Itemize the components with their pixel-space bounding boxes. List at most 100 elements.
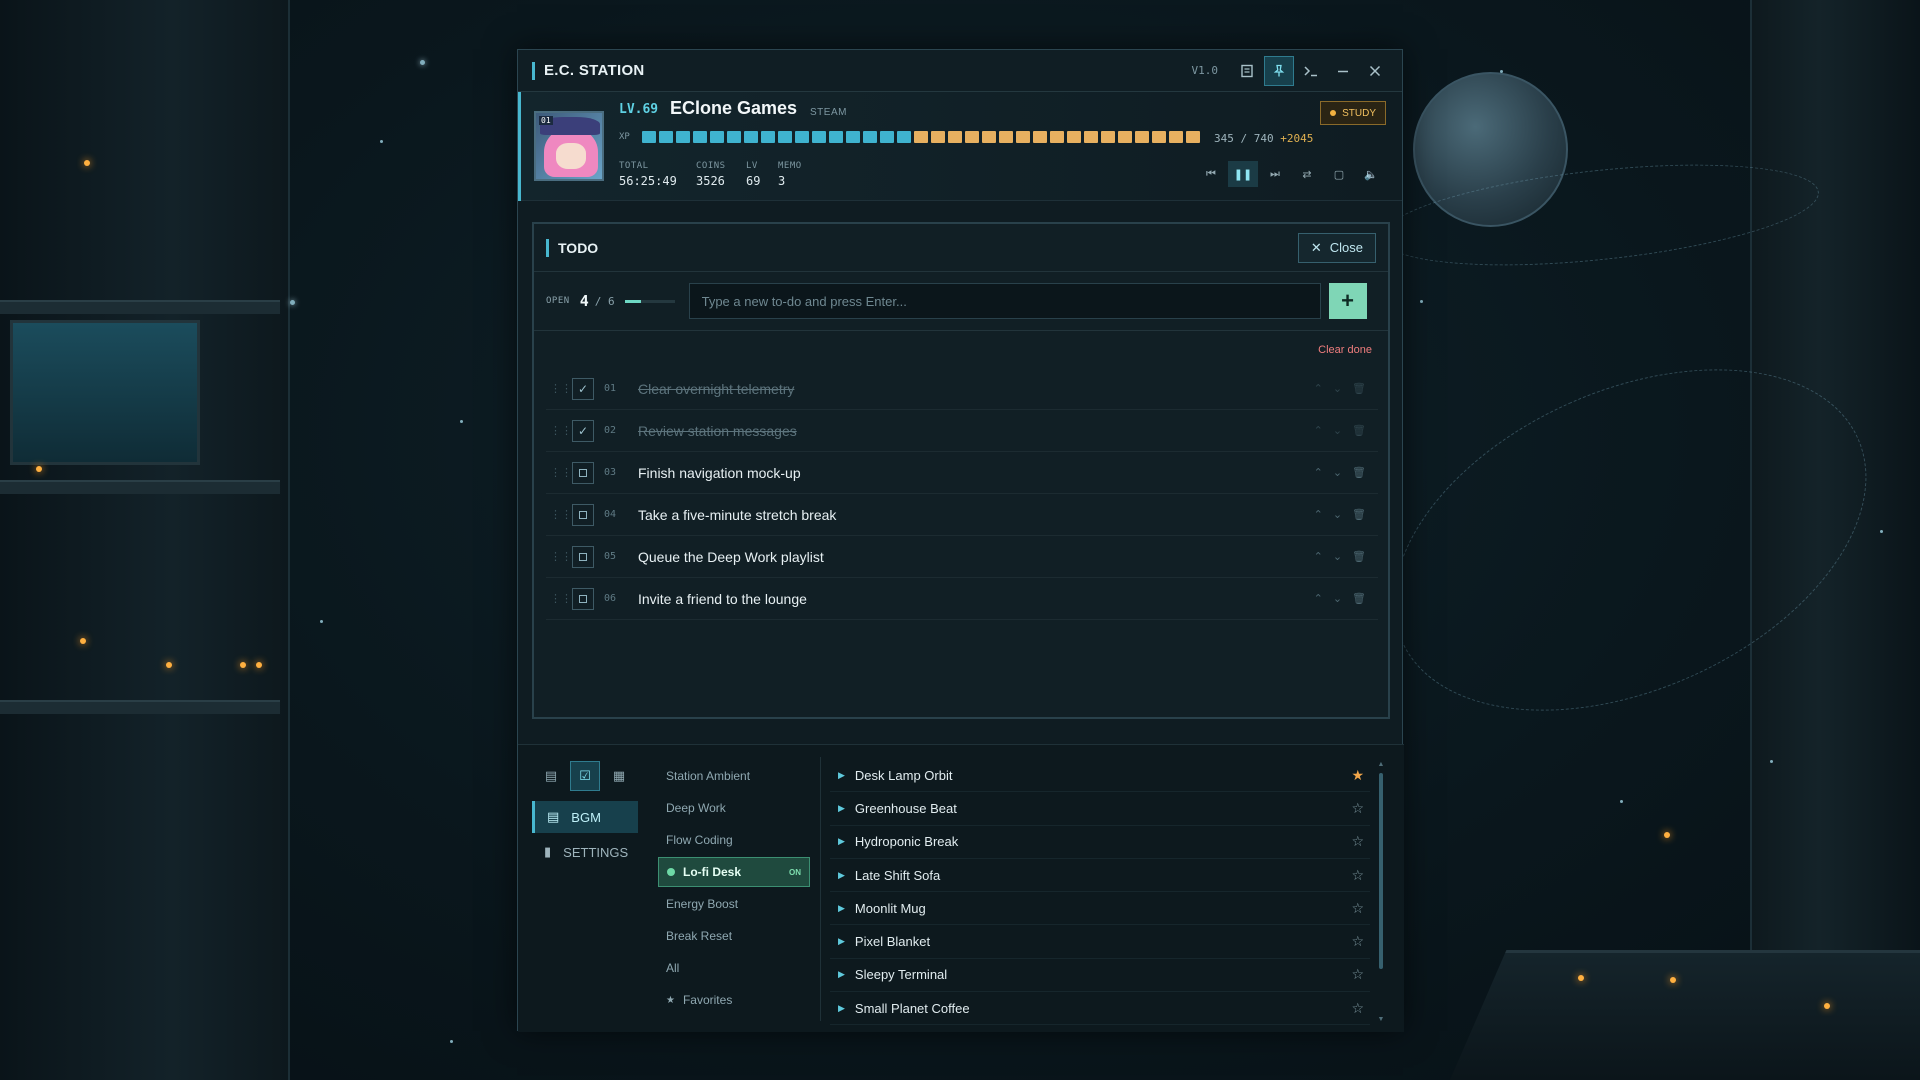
pin-icon[interactable]	[1264, 55, 1294, 86]
todo-item[interactable]: ⋮⋮ ✓ 01 Clear overnight telemetry ⌃ ⌄ 🗑	[546, 368, 1378, 410]
favorite-star-icon[interactable]: ☆	[1351, 933, 1364, 950]
favorite-star-icon[interactable]: ☆	[1351, 867, 1364, 884]
grid-icon[interactable]: ▦	[604, 761, 634, 791]
move-down-icon[interactable]: ⌄	[1333, 508, 1342, 521]
move-down-icon[interactable]: ⌄	[1333, 466, 1342, 479]
bgm-category[interactable]: Energy Boost	[658, 889, 810, 919]
play-icon[interactable]: ▶	[838, 803, 845, 814]
todo-number: 02	[604, 425, 617, 436]
move-down-icon[interactable]: ⌄	[1333, 424, 1342, 437]
pause-icon[interactable]: ❚❚	[1228, 161, 1258, 187]
repeat-icon[interactable]: ▢	[1324, 161, 1354, 187]
minimize-icon[interactable]	[1328, 56, 1358, 86]
delete-icon[interactable]: 🗑	[1352, 424, 1366, 437]
favorite-star-icon[interactable]: ☆	[1351, 800, 1364, 817]
favorite-star-icon[interactable]: ★	[1351, 767, 1364, 784]
shuffle-icon[interactable]: ⇄	[1292, 161, 1322, 187]
xp-label: XP	[619, 132, 630, 142]
bgm-category[interactable]: Lo-fi Desk ON	[658, 857, 810, 887]
track-row[interactable]: ▶ Greenhouse Beat ☆	[830, 792, 1370, 826]
bgm-category[interactable]: Station Ambient	[658, 761, 810, 791]
favorite-star-icon[interactable]: ☆	[1351, 900, 1364, 917]
next-icon[interactable]: ⏭	[1260, 161, 1290, 187]
avatar[interactable]: 01	[534, 111, 604, 181]
xp-separator: /	[1240, 132, 1248, 145]
document-icon[interactable]: ▤	[536, 761, 566, 791]
todo-item[interactable]: ⋮⋮ 05 Queue the Deep Work playlist ⌃ ⌄ 🗑	[546, 536, 1378, 578]
terminal-icon[interactable]	[1296, 56, 1326, 86]
close-icon[interactable]	[1360, 56, 1390, 86]
todo-checkbox[interactable]	[572, 545, 594, 568]
move-up-icon[interactable]: ⌃	[1314, 424, 1323, 437]
drag-handle-icon[interactable]: ⋮⋮	[550, 466, 572, 479]
move-down-icon[interactable]: ⌄	[1333, 592, 1342, 605]
bgm-category[interactable]: All	[658, 953, 810, 983]
scroll-down-icon[interactable]: ▼	[1377, 1016, 1385, 1023]
move-up-icon[interactable]: ⌃	[1314, 382, 1323, 395]
todo-checkbox[interactable]	[572, 461, 594, 484]
track-row[interactable]: ▶ Small Planet Coffee ☆	[830, 992, 1370, 1026]
track-row[interactable]: ▶ Moonlit Mug ☆	[830, 892, 1370, 926]
move-down-icon[interactable]: ⌄	[1333, 550, 1342, 563]
move-up-icon[interactable]: ⌃	[1314, 592, 1323, 605]
bgm-category[interactable]: Deep Work	[658, 793, 810, 823]
clear-done-link[interactable]: Clear done	[1318, 344, 1372, 356]
todo-item[interactable]: ⋮⋮ ✓ 02 Review station messages ⌃ ⌄ 🗑	[546, 410, 1378, 452]
nav-item-settings[interactable]: ▮ SETTINGS	[532, 836, 638, 868]
track-row[interactable]: ▶ Desk Lamp Orbit ★	[830, 759, 1370, 793]
delete-icon[interactable]: 🗑	[1352, 508, 1366, 521]
todo-checkbox[interactable]	[572, 587, 594, 610]
favorite-star-icon[interactable]: ☆	[1351, 1000, 1364, 1017]
play-icon[interactable]: ▶	[838, 770, 845, 781]
todo-input[interactable]	[688, 283, 1321, 319]
bgm-category[interactable]: ★ Favorites	[658, 985, 810, 1015]
track-row[interactable]: ▶ Hydroponic Break ☆	[830, 826, 1370, 859]
category-label: Station Ambient	[666, 769, 751, 783]
play-icon[interactable]: ▶	[838, 903, 845, 914]
todo-item[interactable]: ⋮⋮ 03 Finish navigation mock-up ⌃ ⌄ 🗑	[546, 452, 1378, 494]
play-icon[interactable]: ▶	[838, 836, 845, 847]
drag-handle-icon[interactable]: ⋮⋮	[550, 424, 572, 437]
scroll-thumb[interactable]	[1379, 773, 1383, 969]
todo-checkbox[interactable]: ✓	[572, 377, 594, 400]
bgm-category[interactable]: Flow Coding	[658, 825, 810, 855]
title-bar[interactable]: E.C. STATION V1.0	[518, 50, 1402, 92]
volume-icon[interactable]: 🔈	[1356, 161, 1386, 187]
track-scrollbar[interactable]: ▲ ▼	[1377, 761, 1385, 1023]
move-down-icon[interactable]: ⌄	[1333, 382, 1342, 395]
play-icon[interactable]: ▶	[838, 1003, 845, 1014]
track-row[interactable]: ▶ Pixel Blanket ☆	[830, 925, 1370, 959]
todo-checkbox[interactable]	[572, 503, 594, 526]
move-up-icon[interactable]: ⌃	[1314, 550, 1323, 563]
checklist-icon[interactable]: ☑	[570, 761, 600, 791]
play-icon[interactable]: ▶	[838, 969, 845, 980]
delete-icon[interactable]: 🗑	[1352, 466, 1366, 479]
move-up-icon[interactable]: ⌃	[1314, 508, 1323, 521]
track-row[interactable]: ▶ Late Shift Sofa ☆	[830, 859, 1370, 893]
favorite-star-icon[interactable]: ☆	[1351, 833, 1364, 850]
scroll-up-icon[interactable]: ▲	[1377, 761, 1385, 768]
todo-checkbox[interactable]: ✓	[572, 419, 594, 442]
memo-icon[interactable]	[1232, 56, 1262, 86]
drag-handle-icon[interactable]: ⋮⋮	[550, 508, 572, 521]
delete-icon[interactable]: 🗑	[1352, 382, 1366, 395]
todo-close-button[interactable]: ✕ Close	[1297, 232, 1376, 263]
mode-badge[interactable]: STUDY	[1320, 101, 1386, 125]
todo-item[interactable]: ⋮⋮ 04 Take a five-minute stretch break ⌃ ⌄ 🗑	[546, 494, 1378, 536]
track-row[interactable]: ▶ Sleepy Terminal ☆	[830, 959, 1370, 993]
drag-handle-icon[interactable]: ⋮⋮	[550, 382, 572, 395]
favorite-star-icon[interactable]: ☆	[1351, 966, 1364, 983]
todo-item[interactable]: ⋮⋮ 06 Invite a friend to the lounge ⌃ ⌄ 🗑	[546, 578, 1378, 620]
add-todo-button[interactable]: +	[1328, 283, 1367, 319]
play-icon[interactable]: ▶	[838, 870, 845, 881]
previous-icon[interactable]: ⏮	[1196, 161, 1226, 187]
move-up-icon[interactable]: ⌃	[1314, 466, 1323, 479]
bgm-category[interactable]: Break Reset	[658, 921, 810, 951]
drag-handle-icon[interactable]: ⋮⋮	[550, 550, 572, 563]
drag-handle-icon[interactable]: ⋮⋮	[550, 592, 572, 605]
play-icon[interactable]: ▶	[838, 936, 845, 947]
delete-icon[interactable]: 🗑	[1352, 592, 1366, 605]
lamp-light	[166, 662, 172, 668]
delete-icon[interactable]: 🗑	[1352, 550, 1366, 563]
nav-item-bgm[interactable]: ▤ BGM	[532, 801, 638, 833]
